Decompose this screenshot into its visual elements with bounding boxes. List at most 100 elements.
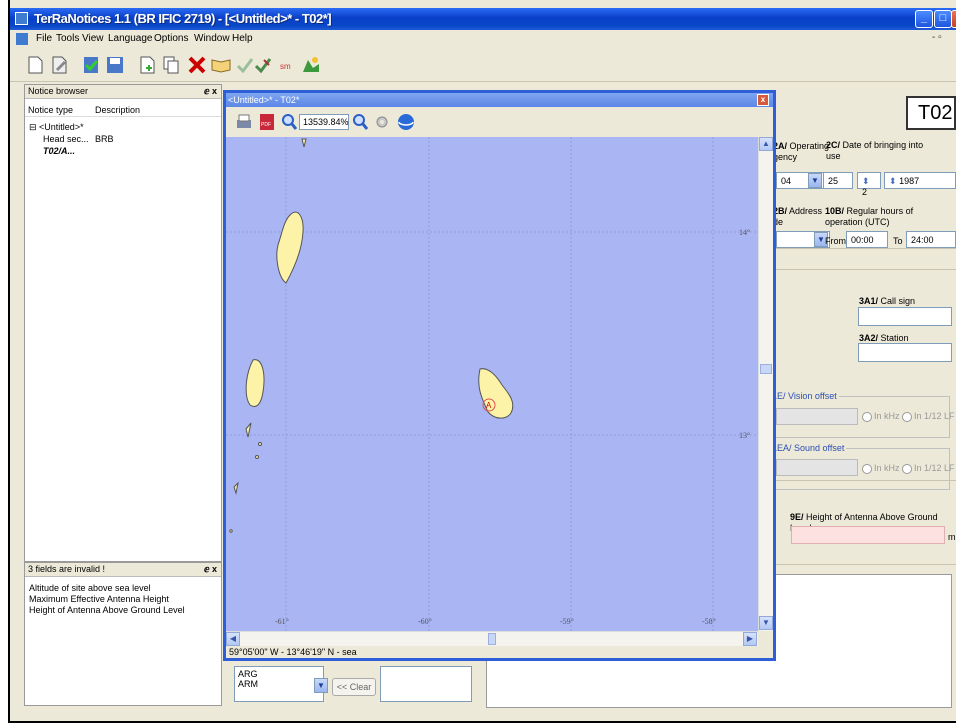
invalid-field-item[interactable]: Maximum Effective Antenna Height: [29, 594, 185, 605]
invalid-fields-title: 3 fields are invalid !: [28, 564, 106, 574]
chevron-down-icon[interactable]: ▼: [808, 173, 822, 188]
maximize-button[interactable]: □: [934, 10, 952, 28]
map-close-button[interactable]: x: [757, 94, 769, 106]
sound-offset-field[interactable]: [776, 459, 858, 476]
antenna-height-field[interactable]: [791, 526, 945, 544]
map-status-bar: 59°05'00" W - 13°46'19" N - sea: [226, 646, 773, 658]
globe-icon[interactable]: [396, 112, 416, 132]
map-svg[interactable]: A 14° 13° -61° -60° -59° -58°: [226, 137, 758, 631]
minimize-button[interactable]: _: [915, 10, 933, 28]
notice-tree: ⊟ <Untitled>* Head sec... BRB T02/A...: [29, 121, 114, 157]
hours-from-field[interactable]: 00:00: [846, 231, 888, 248]
clear-button[interactable]: << Clear: [332, 678, 376, 696]
column-description[interactable]: Description: [95, 105, 140, 115]
vision-offset-field[interactable]: [776, 408, 858, 425]
menu-window[interactable]: Window: [194, 33, 230, 44]
edit-document-icon[interactable]: [48, 54, 70, 76]
tree-item-head-section[interactable]: Head sec... BRB: [29, 133, 114, 145]
notice-browser-title: Notice browser: [28, 86, 89, 96]
chart-icon[interactable]: sm: [278, 54, 300, 76]
from-label: From: [825, 236, 846, 246]
field-2b-label: 2B/ Address de: [773, 206, 823, 227]
mdi-document-icon: [16, 33, 28, 45]
date-year-spinner[interactable]: ⬍ 1987: [884, 172, 956, 189]
check-edit-icon[interactable]: [252, 54, 274, 76]
svg-text:PDF: PDF: [261, 122, 271, 128]
longitude-label: -61°: [275, 617, 289, 626]
menu-options[interactable]: Options: [154, 33, 188, 44]
delete-icon[interactable]: [186, 54, 208, 76]
cursor-coordinates: 59°05'00" W - 13°46'19" N - sea: [229, 647, 357, 657]
country-list-item[interactable]: ARG: [238, 669, 320, 679]
call-sign-field[interactable]: [858, 307, 952, 326]
country-list-item[interactable]: ARM: [238, 679, 320, 689]
menu-tools[interactable]: Tools: [56, 33, 79, 44]
country-list[interactable]: ARG ARM: [234, 666, 324, 702]
scroll-thumb[interactable]: [488, 633, 496, 645]
close-button[interactable]: [951, 10, 956, 28]
zoom-level-field[interactable]: 13539.84%: [299, 114, 349, 130]
sound-offset-unit[interactable]: In kHz In 1/12 LF: [862, 463, 955, 474]
island-shape: [255, 455, 259, 459]
field-2a-label: 2A/ Operating gency: [773, 141, 830, 162]
save-icon[interactable]: [104, 54, 126, 76]
mdi-controls[interactable]: - ▫: [932, 32, 942, 43]
tree-item-desc: BRB: [95, 134, 114, 144]
scroll-left-icon[interactable]: ◀: [226, 632, 240, 646]
latitude-label: 13°: [739, 431, 750, 440]
panel-close-icon[interactable]: ⅇ x: [204, 563, 217, 576]
validate-icon[interactable]: [80, 54, 102, 76]
map-tool-icon[interactable]: [300, 54, 322, 76]
tree-item-untitled[interactable]: ⊟ <Untitled>*: [29, 121, 89, 133]
invalid-field-item[interactable]: Height of Antenna Above Ground Level: [29, 605, 185, 616]
tree-item-label: Head sec...: [43, 134, 89, 144]
menu-view[interactable]: View: [82, 33, 104, 44]
tree-item-t02[interactable]: T02/A...: [29, 145, 89, 157]
copy-icon[interactable]: [160, 54, 182, 76]
island-st-vincent: [245, 359, 265, 407]
title-bar: TerRaNotices 1.1 (BR IFIC 2719) - [<Unti…: [10, 8, 956, 30]
latitude-label: 14°: [739, 228, 750, 237]
selected-countries-list[interactable]: [380, 666, 472, 702]
new-document-icon[interactable]: [24, 54, 46, 76]
add-notice-icon[interactable]: [136, 54, 158, 76]
map-toolbar: PDF 13539.84%: [226, 107, 773, 137]
island-shape: [301, 138, 307, 148]
vertical-scrollbar[interactable]: ▲ ▼: [758, 137, 773, 631]
pdf-export-icon[interactable]: PDF: [258, 112, 276, 132]
settings-gear-icon[interactable]: [374, 114, 390, 130]
to-label: To: [893, 236, 903, 246]
chevron-down-icon[interactable]: ▼: [314, 678, 328, 693]
longitude-label: -59°: [560, 617, 574, 626]
island-shape: [229, 529, 233, 533]
field-10b-label: 10B/ Regular hours of operation (UTC): [825, 206, 914, 227]
date-day-select[interactable]: 25: [823, 172, 853, 189]
print-icon[interactable]: [234, 112, 254, 132]
antenna-height-unit: m: [948, 532, 956, 542]
island-shape: [258, 442, 262, 446]
date-month-spinner[interactable]: ⬍ 2: [857, 172, 881, 197]
scroll-thumb[interactable]: [760, 364, 772, 374]
main-toolbar: sm: [10, 48, 956, 82]
invalid-field-item[interactable]: Altitude of site above sea level: [29, 583, 185, 594]
hours-to-field[interactable]: 24:00: [906, 231, 956, 248]
menu-language[interactable]: Language: [108, 33, 153, 44]
map-canvas[interactable]: A 14° 13° -61° -60° -59° -58°: [226, 137, 758, 631]
station-id-field[interactable]: [858, 343, 952, 362]
zoom-out-icon[interactable]: [352, 113, 368, 131]
scroll-right-icon[interactable]: ▶: [743, 632, 757, 646]
menu-file[interactable]: File: [36, 33, 52, 44]
notice-browser-header: Notice browser ⅇ x: [25, 85, 221, 99]
column-notice-type[interactable]: Notice type: [28, 105, 73, 115]
scroll-up-icon[interactable]: ▲: [759, 137, 773, 151]
invalid-fields-panel: 3 fields are invalid ! ⅇ x Altitude of s…: [24, 562, 222, 706]
field-3a1-label: 3A1/ Call sign: [859, 296, 916, 306]
vision-offset-unit[interactable]: In kHz In 1/12 LF: [862, 411, 955, 422]
book-icon[interactable]: [210, 54, 232, 76]
zoom-in-icon[interactable]: [281, 113, 297, 131]
horizontal-scrollbar[interactable]: ◀ ▶: [226, 631, 758, 646]
panel-close-icon[interactable]: ⅇ x: [204, 85, 217, 98]
menu-bar: File Tools View Language Options Window …: [10, 30, 956, 48]
menu-help[interactable]: Help: [232, 33, 253, 44]
scroll-down-icon[interactable]: ▼: [759, 616, 773, 630]
